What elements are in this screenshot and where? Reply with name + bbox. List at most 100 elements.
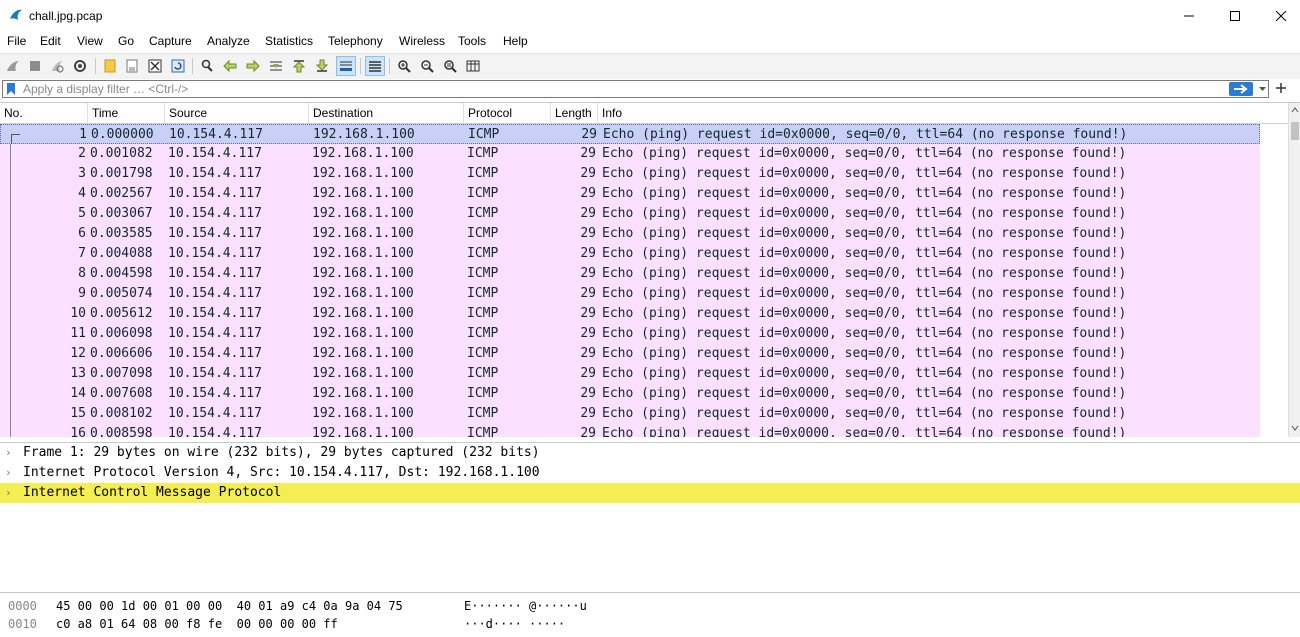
table-row[interactable]: 16 0.008598 10.154.4.117 192.168.1.100 ICMP 2… (0, 424, 1260, 437)
table-row[interactable]: 2 0.001082 10.154.4.117 192.168.1.100 ICMP 29… (0, 144, 1260, 164)
menu-statistics[interactable]: Statistics (265, 34, 313, 48)
column-destination[interactable]: Destination (309, 103, 464, 123)
cell-length: 29 (580, 266, 596, 281)
table-row[interactable]: 7 0.004088 10.154.4.117 192.168.1.100 ICMP 29… (0, 244, 1260, 264)
table-row[interactable]: 3 0.001798 10.154.4.117 192.168.1.100 ICMP 29… (0, 164, 1260, 184)
chevron-down-icon[interactable] (1291, 425, 1299, 431)
packet-list: No. Time Source Destination Protocol Len… (0, 102, 1300, 437)
cell-length: 29 (580, 366, 596, 381)
table-row[interactable]: 11 0.006098 10.154.4.117 192.168.1.100 ICMP 2… (0, 324, 1260, 344)
menu-help[interactable]: Help (503, 34, 528, 48)
column-no[interactable]: No. (0, 103, 88, 123)
table-row[interactable]: 10 0.005612 10.154.4.117 192.168.1.100 ICMP 2… (0, 304, 1260, 324)
cell-info: Echo (ping) request id=0x0000, seq=0/0, … (602, 266, 1127, 281)
auto-scroll-icon (340, 61, 352, 71)
colorize-icon (369, 61, 381, 72)
save-file-button[interactable] (122, 56, 142, 76)
restart-icon (52, 61, 64, 73)
cell-info: Echo (ping) request id=0x0000, seq=0/0, … (602, 226, 1127, 241)
table-row[interactable]: 12 0.006606 10.154.4.117 192.168.1.100 ICMP 2… (0, 344, 1260, 364)
chevron-down-icon[interactable] (1258, 85, 1267, 93)
menu-go[interactable]: Go (118, 34, 134, 48)
table-row[interactable]: 6 0.003585 10.154.4.117 192.168.1.100 ICMP 29… (0, 224, 1260, 244)
column-info[interactable]: Info (598, 103, 1288, 123)
related-packet-line (10, 224, 11, 244)
cell-info: Echo (ping) request id=0x0000, seq=0/0, … (602, 306, 1127, 321)
auto-scroll-button[interactable] (336, 56, 356, 76)
column-time[interactable]: Time (88, 103, 165, 123)
table-row[interactable]: 13 0.007098 10.154.4.117 192.168.1.100 ICMP 2… (0, 364, 1260, 384)
menu-telephony[interactable]: Telephony (328, 34, 383, 48)
menu-view[interactable]: View (77, 34, 103, 48)
column-source[interactable]: Source (165, 103, 309, 123)
resize-columns-button[interactable] (463, 56, 483, 76)
arrow-right-icon (246, 59, 260, 73)
menu-tools[interactable]: Tools (458, 34, 486, 48)
apply-filter-button[interactable] (1229, 82, 1253, 96)
detail-tree-label: Internet Protocol Version 4, Src: 10.154… (23, 465, 540, 480)
packet-list-scrollbar[interactable] (1288, 103, 1300, 437)
expand-arrow-icon[interactable]: › (5, 483, 15, 503)
minimize-button[interactable] (1166, 0, 1212, 31)
last-packet-button[interactable] (312, 56, 332, 76)
maximize-button[interactable] (1212, 0, 1258, 31)
hex-row[interactable]: 0000 45 00 00 1d 00 01 00 00 40 01 a9 c4 … (0, 597, 1300, 615)
cell-length: 29 (581, 127, 597, 142)
expand-arrow-icon[interactable]: › (5, 443, 15, 463)
normal-size-button[interactable] (440, 56, 460, 76)
go-forward-button[interactable] (243, 56, 263, 76)
menu-file[interactable]: File (7, 34, 26, 48)
detail-tree-item[interactable]: › Frame 1: 29 bytes on wire (232 bits), 2… (0, 443, 1300, 463)
cell-info: Echo (ping) request id=0x0000, seq=0/0, … (602, 246, 1127, 261)
table-row[interactable]: 15 0.008102 10.154.4.117 192.168.1.100 ICMP 2… (0, 404, 1260, 424)
detail-tree-item[interactable]: › Internet Control Message Protocol (0, 483, 1300, 503)
close-button[interactable] (1258, 0, 1300, 31)
detail-tree-label: Frame 1: 29 bytes on wire (232 bits), 29… (23, 445, 540, 460)
first-packet-button[interactable] (289, 56, 309, 76)
scrollbar-thumb[interactable] (1291, 122, 1299, 140)
zoom-out-button[interactable] (417, 56, 437, 76)
cell-length: 29 (580, 306, 596, 321)
menu-wireless[interactable]: Wireless (399, 34, 445, 48)
close-icon (1275, 10, 1287, 21)
capture-options-button[interactable] (70, 56, 90, 76)
start-capture-button[interactable] (3, 56, 23, 76)
related-packet-line (10, 424, 11, 437)
table-row[interactable]: 4 0.002567 10.154.4.117 192.168.1.100 ICMP 29… (0, 184, 1260, 204)
open-file-button[interactable] (100, 56, 120, 76)
table-row[interactable]: 1 0.000000 10.154.4.117 192.168.1.100 ICMP 29… (0, 124, 1260, 146)
restart-capture-button[interactable] (47, 56, 67, 76)
colorize-button[interactable] (365, 56, 385, 76)
cell-info: Echo (ping) request id=0x0000, seq=0/0, … (602, 146, 1127, 161)
close-file-button[interactable] (145, 56, 165, 76)
detail-tree-label: Internet Control Message Protocol (23, 485, 282, 500)
window-title: chall.jpg.pcap (29, 9, 103, 23)
table-row[interactable]: 8 0.004598 10.154.4.117 192.168.1.100 ICMP 29… (0, 264, 1260, 284)
hex-row[interactable]: 0010 c0 a8 01 64 08 00 f8 fe 00 00 00 00 … (0, 615, 1300, 633)
table-row[interactable]: 5 0.003067 10.154.4.117 192.168.1.100 ICMP 29… (0, 204, 1260, 224)
cell-length: 29 (580, 166, 596, 181)
column-length[interactable]: Length (551, 103, 598, 123)
reload-file-button[interactable] (168, 56, 188, 76)
display-filter-input[interactable] (23, 81, 1223, 97)
menu-analyze[interactable]: Analyze (207, 34, 250, 48)
expand-arrow-icon[interactable]: › (5, 463, 15, 483)
cell-length: 29 (580, 246, 596, 261)
stop-capture-button[interactable] (25, 56, 45, 76)
cell-length: 29 (580, 426, 596, 437)
detail-tree-item[interactable]: › Internet Protocol Version 4, Src: 10.15… (0, 463, 1300, 483)
column-protocol[interactable]: Protocol (464, 103, 551, 123)
table-row[interactable]: 9 0.005074 10.154.4.117 192.168.1.100 ICMP 29… (0, 284, 1260, 304)
go-to-packet-button[interactable] (266, 56, 286, 76)
find-packet-button[interactable] (197, 56, 217, 76)
zoom-in-button[interactable] (394, 56, 414, 76)
bookmark-icon[interactable] (6, 83, 16, 95)
add-filter-button-icon[interactable] (1276, 83, 1286, 93)
chevron-up-icon[interactable] (1291, 107, 1299, 113)
menu-edit[interactable]: Edit (40, 34, 61, 48)
hex-offset: 0000 (8, 599, 37, 613)
menu-capture[interactable]: Capture (149, 34, 192, 48)
cell-length: 29 (580, 286, 596, 301)
go-back-button[interactable] (220, 56, 240, 76)
table-row[interactable]: 14 0.007608 10.154.4.117 192.168.1.100 ICMP 2… (0, 384, 1260, 404)
